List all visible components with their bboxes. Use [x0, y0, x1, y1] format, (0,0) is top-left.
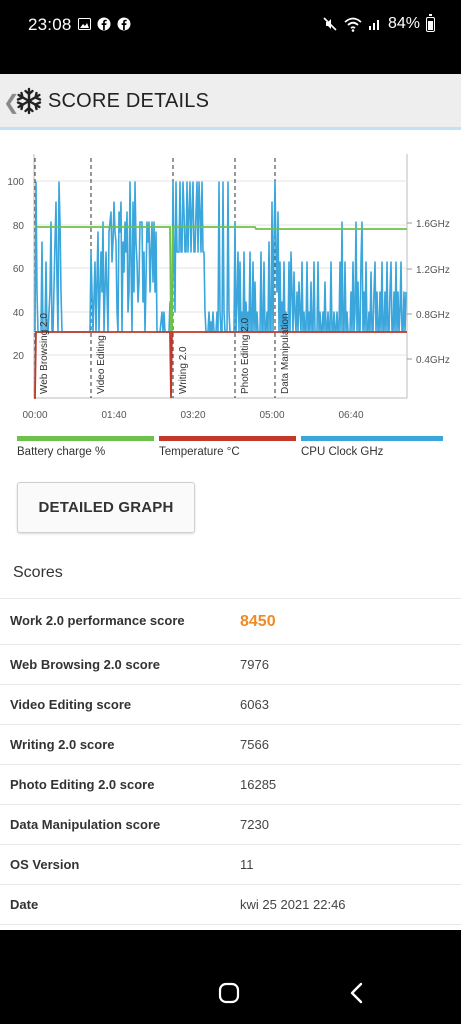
legend-swatch-cpu [301, 436, 443, 441]
y-tick-right: 1.2GHz [416, 265, 450, 276]
wifi-icon [344, 17, 362, 32]
score-name: Photo Editing 2.0 score [10, 777, 155, 792]
gallery-icon [78, 18, 91, 30]
y-tick-left: 100 [7, 177, 24, 188]
score-row: Video Editing score 6063 [0, 685, 461, 725]
score-row: Work 2.0 performance score 8450 [0, 599, 461, 645]
status-time: 23:08 [28, 15, 72, 34]
legend-label-battery: Battery charge % [17, 446, 106, 458]
section-label-photo-editing: Photo Editing 2.0 [240, 317, 251, 394]
facebook-icon-2 [117, 17, 131, 31]
x-tick: 01:40 [101, 410, 126, 421]
legend-cpu: CPU Clock GHz [301, 436, 443, 460]
x-tick: 00:00 [22, 410, 47, 421]
facebook-icon [97, 17, 111, 31]
status-bar: 23:08 84% [0, 0, 461, 52]
score-row: Photo Editing 2.0 score 16285 [0, 765, 461, 805]
status-notification-icons [78, 17, 131, 31]
y-tick-left: 40 [13, 308, 25, 319]
cpu-clock-series [34, 181, 407, 333]
section-label-writing: Writing 2.0 [178, 346, 189, 394]
scores-title: Scores [13, 564, 63, 581]
score-value: 7976 [240, 657, 269, 672]
legend-label-cpu: CPU Clock GHz [301, 446, 384, 458]
y-tick-left: 60 [13, 264, 25, 275]
snowflake-icon [16, 87, 42, 115]
performance-chart-svg: 100 80 60 40 20 1.6GHz 1.2GHz 0.8GHz 0.4… [7, 154, 450, 421]
section-label-video-editing: Video Editing [96, 335, 107, 394]
x-tick: 06:40 [338, 410, 363, 421]
section-label-web-browsing: Web Browsing 2.0 [39, 313, 50, 394]
score-name: Writing 2.0 score [10, 737, 115, 752]
score-value: 7230 [240, 817, 269, 832]
signal-icon [368, 20, 379, 30]
score-row: Data Manipulation score 7230 [0, 805, 461, 845]
y-tick-left: 20 [13, 351, 25, 362]
score-value: 16285 [240, 777, 277, 792]
app-screen: ❮ SCORE DETAILS 100 80 60 40 20 1.6GHz 1… [0, 74, 461, 930]
legend-label-temperature: Temperature °C [159, 446, 240, 458]
system-nav-bar [0, 930, 461, 1024]
status-system-icons: 84% [322, 13, 435, 33]
app-header: ❮ SCORE DETAILS [0, 74, 461, 130]
legend-battery: Battery charge % [17, 436, 154, 460]
section-label-data-manipulation: Data Manipulation [280, 313, 291, 394]
battery-percent: 84% [387, 15, 420, 32]
score-name: OS Version [10, 857, 80, 872]
score-value: 7566 [240, 737, 269, 752]
detailed-graph-button[interactable]: DETAILED GRAPH [17, 482, 195, 533]
back-button-icon[interactable] [349, 982, 365, 1004]
legend-swatch-temperature [159, 436, 296, 441]
y-tick-left: 80 [13, 221, 25, 232]
battery-icon [426, 13, 435, 32]
y-tick-right: 0.4GHz [416, 355, 450, 366]
score-row: Web Browsing 2.0 score 7976 [0, 645, 461, 685]
y-tick-right: 0.8GHz [416, 310, 450, 321]
page-title: SCORE DETAILS [48, 90, 210, 112]
x-ticks: 00:00 01:40 03:20 05:00 06:40 [22, 410, 363, 421]
score-row: OS Version 11 [0, 845, 461, 885]
legend-swatch-battery [17, 436, 154, 441]
temperature-series [34, 331, 407, 399]
y-ticks-right: 1.6GHz 1.2GHz 0.8GHz 0.4GHz [407, 219, 450, 366]
x-tick: 03:20 [180, 410, 205, 421]
score-row: Writing 2.0 score 7566 [0, 725, 461, 765]
score-name: Video Editing score [10, 697, 132, 712]
score-name: Data Manipulation score [10, 817, 161, 832]
score-value: kwi 25 2021 22:46 [240, 897, 346, 912]
score-row: Date kwi 25 2021 22:46 [0, 885, 461, 925]
score-name: Work 2.0 performance score [10, 613, 185, 628]
score-value: 8450 [240, 613, 276, 630]
legend-temperature: Temperature °C [159, 436, 296, 460]
score-value: 6063 [240, 697, 269, 712]
y-ticks-left: 100 80 60 40 20 [7, 177, 24, 362]
score-table: Work 2.0 performance score 8450 Web Brow… [0, 598, 461, 925]
x-tick: 05:00 [259, 410, 284, 421]
score-name: Date [10, 897, 39, 912]
performance-chart: 100 80 60 40 20 1.6GHz 1.2GHz 0.8GHz 0.4… [0, 142, 461, 482]
score-value: 11 [240, 857, 254, 872]
home-button-icon[interactable] [218, 982, 240, 1004]
mute-icon [323, 17, 337, 31]
y-tick-right: 1.6GHz [416, 219, 450, 230]
score-name: Web Browsing 2.0 score [10, 657, 161, 672]
